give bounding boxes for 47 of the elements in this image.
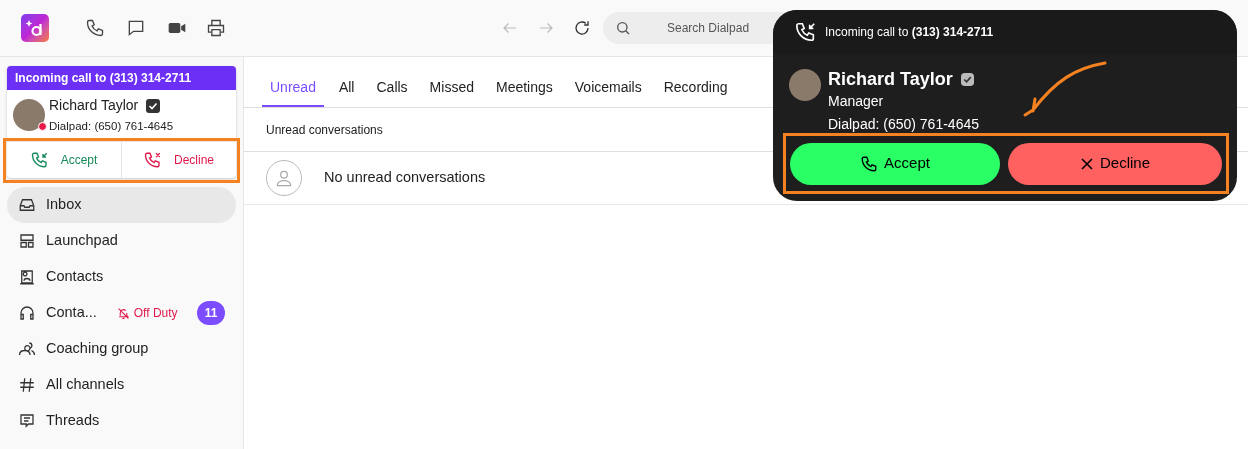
sidebar-item[interactable]: Inbox — [7, 187, 236, 224]
layout-icon — [18, 232, 36, 251]
caller-name: Richard Taylor — [49, 96, 139, 115]
tab[interactable]: Meetings — [488, 69, 560, 107]
muted-bell-icon — [116, 306, 130, 320]
decline-button[interactable]: Decline — [122, 142, 236, 179]
contact-card-icon — [18, 268, 36, 287]
incoming-call-icon — [795, 21, 817, 43]
incoming-call-icon — [30, 151, 49, 170]
accept-button[interactable]: Accept — [7, 142, 122, 179]
empty-state-message: No unread conversations — [324, 168, 486, 188]
sidebar-item[interactable]: Threads — [7, 403, 236, 440]
status-label: Off Duty — [116, 304, 178, 323]
sidebar-item[interactable]: Conta... Off Duty 11 — [7, 295, 236, 332]
sidebar-item[interactable]: Launchpad — [7, 223, 236, 260]
sidebar-item[interactable]: All channels — [7, 367, 236, 404]
caller-name: Richard Taylor — [828, 69, 953, 89]
tab[interactable]: All — [331, 69, 362, 107]
count-badge: 11 — [197, 301, 225, 326]
tab[interactable]: Calls — [369, 69, 415, 107]
incoming-call-header: Incoming call to (313) 314-2711 — [7, 66, 236, 90]
decline-button[interactable]: Decline — [1008, 142, 1222, 185]
declined-call-icon — [144, 151, 162, 170]
search-icon — [615, 20, 631, 36]
tab[interactable]: Voicemails — [567, 69, 649, 107]
avatar — [789, 69, 821, 101]
phone-icon[interactable] — [85, 18, 105, 38]
caller-role: Manager — [828, 92, 885, 111]
tab[interactable]: Unread — [262, 69, 324, 107]
app-logo — [21, 14, 49, 42]
headset-icon — [18, 304, 36, 323]
refresh-icon[interactable] — [573, 19, 591, 37]
tab[interactable]: Missed — [422, 69, 481, 107]
accept-button[interactable]: Accept — [790, 142, 1000, 185]
phone-icon — [860, 154, 879, 173]
hashtag-icon — [18, 376, 36, 395]
sidebar-item[interactable]: Coaching group — [7, 331, 236, 368]
printer-icon[interactable] — [206, 18, 226, 38]
verified-icon — [960, 72, 974, 86]
chat-icon[interactable] — [126, 18, 146, 38]
incoming-call-header: Incoming call to (313) 314-2711 — [825, 24, 994, 41]
caller-number: Dialpad: (650) 761-4645 — [49, 119, 174, 134]
close-icon — [1080, 156, 1094, 171]
tab[interactable]: Recording — [656, 69, 735, 107]
caller-number: Dialpad: (650) 761-4645 — [828, 115, 979, 134]
sidebar-item[interactable]: Contacts — [7, 259, 236, 296]
verified-icon — [146, 98, 161, 113]
